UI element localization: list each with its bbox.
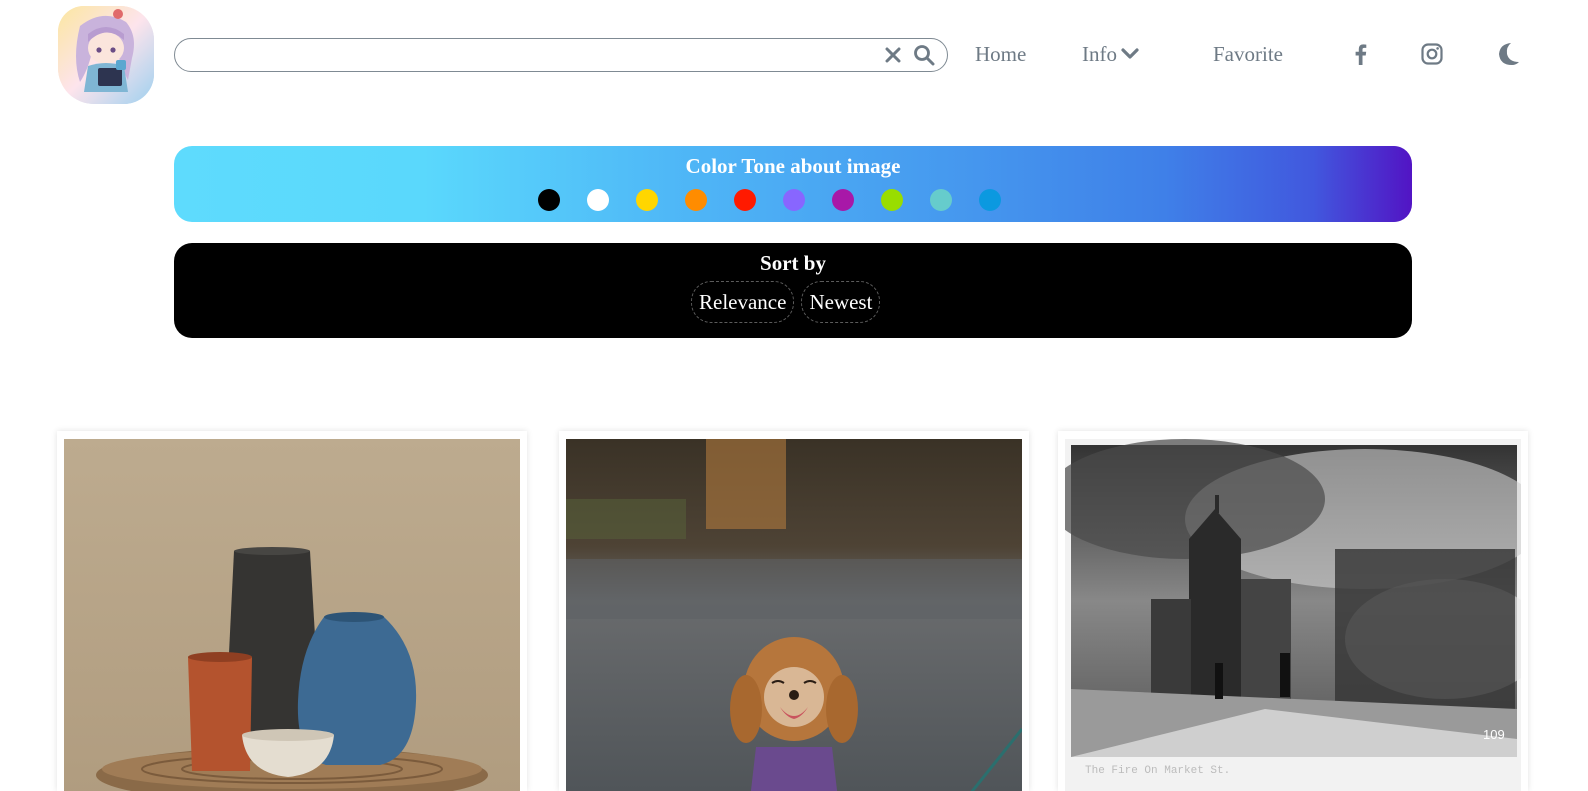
color-swatch-list: [538, 189, 1001, 211]
sort-title: Sort by: [760, 251, 826, 275]
color-swatch-white[interactable]: [587, 189, 609, 211]
city-fire-photo: 109 The Fire On Market St.: [1065, 439, 1521, 791]
search-icon[interactable]: [913, 44, 935, 66]
sort-options: Relevance Newest: [691, 281, 881, 323]
sort-newest-button[interactable]: Newest: [801, 281, 881, 323]
chevron-down-icon: [1121, 48, 1139, 59]
moon-icon[interactable]: [1494, 40, 1520, 68]
color-swatch-purple[interactable]: [783, 189, 805, 211]
poodle-photo: [566, 439, 1022, 791]
color-swatch-blue[interactable]: [979, 189, 1001, 211]
color-swatch-green[interactable]: [881, 189, 903, 211]
sort-relevance-button[interactable]: Relevance: [691, 281, 795, 323]
instagram-icon[interactable]: [1420, 42, 1444, 66]
vases-photo: [64, 439, 520, 791]
sort-panel: Sort by Relevance Newest: [174, 243, 1412, 338]
color-swatch-magenta[interactable]: [832, 189, 854, 211]
photo-caption: The Fire On Market St.: [1085, 765, 1230, 777]
nav-info-dropdown[interactable]: Info: [1082, 41, 1140, 67]
color-swatch-teal[interactable]: [930, 189, 952, 211]
gallery-card[interactable]: [559, 431, 1029, 791]
clear-icon[interactable]: [884, 45, 902, 65]
color-tone-panel: Color Tone about image: [174, 146, 1412, 222]
nav-info-label: Info: [1082, 42, 1117, 66]
photo-number: 109: [1483, 727, 1505, 742]
color-swatch-yellow[interactable]: [636, 189, 658, 211]
search-bar[interactable]: [174, 38, 948, 72]
color-swatch-red[interactable]: [734, 189, 756, 211]
anime-girl-avatar-icon: [58, 6, 154, 104]
facebook-icon[interactable]: [1349, 42, 1373, 66]
color-swatch-black[interactable]: [538, 189, 560, 211]
gallery-card[interactable]: [57, 431, 527, 791]
nav-favorite-link[interactable]: Favorite: [1213, 41, 1283, 67]
nav-home-link[interactable]: Home: [975, 41, 1026, 67]
gallery-card[interactable]: 109 The Fire On Market St.: [1058, 431, 1528, 791]
color-tone-title: Color Tone about image: [685, 154, 901, 178]
color-swatch-orange[interactable]: [685, 189, 707, 211]
site-logo[interactable]: [58, 6, 154, 104]
search-input[interactable]: [189, 43, 869, 67]
